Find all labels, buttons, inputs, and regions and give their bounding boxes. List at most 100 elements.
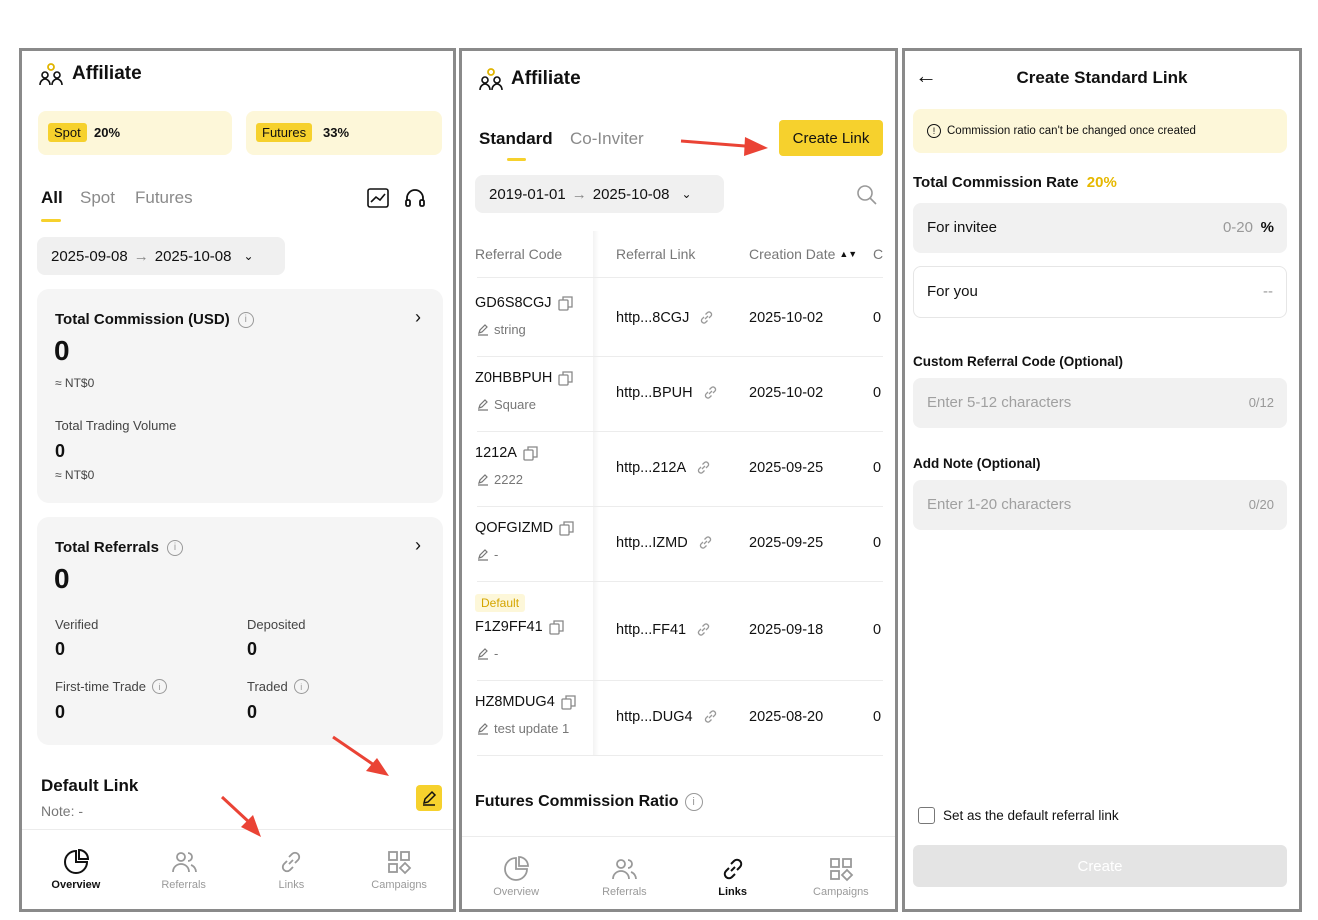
- links-panel: Affiliate Standard Co-Inviter Create Lin…: [459, 48, 898, 912]
- commission-card[interactable]: Total Commission (USD) i › 0 ≈ NT$0 Tota…: [37, 289, 443, 503]
- users-icon: [171, 852, 197, 873]
- referral-code: HZ8MDUG4: [475, 694, 555, 710]
- info-icon[interactable]: i: [293, 679, 309, 694]
- sort-icon: ▲▼: [839, 249, 858, 259]
- tab-indicator: [41, 219, 61, 222]
- custom-code-input[interactable]: Enter 5-12 characters 0/12: [913, 378, 1287, 428]
- edit-note[interactable]: -: [477, 646, 498, 661]
- link-icon[interactable]: [699, 310, 714, 325]
- link-icon[interactable]: [696, 460, 711, 475]
- affiliate-logo-icon: [479, 68, 503, 91]
- trading-volume-value: 0: [55, 441, 66, 461]
- total-commission-label: Total Commission (USD): [55, 311, 230, 328]
- extra-value: 0: [873, 309, 882, 326]
- default-link-checkbox[interactable]: [918, 807, 935, 824]
- nav-overview-label: Overview: [51, 879, 101, 891]
- nav-referrals[interactable]: Referrals: [570, 837, 678, 909]
- pencil-icon: [478, 647, 488, 660]
- info-icon[interactable]: i: [166, 539, 183, 556]
- copy-icon[interactable]: [523, 445, 538, 461]
- info-icon[interactable]: i: [237, 311, 254, 328]
- info-icon[interactable]: i: [152, 679, 168, 694]
- note-input[interactable]: Enter 1-20 characters 0/20: [913, 480, 1287, 530]
- search-icon[interactable]: [856, 184, 878, 206]
- spot-rate-chip[interactable]: Spot 20%: [38, 111, 232, 155]
- futures-tag: Futures: [256, 123, 313, 142]
- grid-icon: [388, 851, 412, 875]
- link-icon[interactable]: [703, 709, 718, 724]
- referral-code: Z0HBBPUH: [475, 370, 553, 386]
- link-icon[interactable]: [703, 385, 718, 400]
- chevron-right-icon[interactable]: ›: [415, 535, 421, 556]
- referral-note: string: [494, 322, 526, 337]
- chevron-right-icon[interactable]: ›: [415, 307, 421, 328]
- spot-tag: Spot: [48, 123, 87, 142]
- you-value: --: [1263, 283, 1273, 300]
- nav-referrals[interactable]: Referrals: [130, 830, 238, 909]
- date-range-selector[interactable]: 2019-01-01 → 2025-10-08 ⌄: [475, 175, 724, 213]
- tab-all[interactable]: All: [41, 188, 63, 208]
- referral-link: http...212A: [616, 459, 687, 476]
- copy-icon[interactable]: [558, 370, 574, 386]
- date-range-selector[interactable]: 2025-09-08 → 2025-10-08 ⌄: [37, 237, 285, 275]
- grid-icon: [829, 858, 854, 882]
- note-label: Add Note (Optional): [913, 456, 1041, 471]
- column-header-date[interactable]: Creation Date ▲▼: [749, 246, 857, 262]
- nav-overview[interactable]: Overview: [22, 830, 130, 909]
- copy-icon[interactable]: [559, 520, 574, 536]
- link-icon[interactable]: [696, 622, 711, 637]
- overview-panel: Affiliate Spot 20% Futures 33% All Spot …: [19, 48, 456, 912]
- edit-note[interactable]: 2222: [477, 472, 523, 487]
- nav-campaigns-label: Campaigns: [371, 879, 427, 891]
- edit-default-link-button[interactable]: [416, 785, 442, 811]
- nav-links[interactable]: Links: [679, 837, 787, 909]
- referral-code: F1Z9FF41: [475, 619, 543, 635]
- referral-note: Square: [494, 397, 536, 412]
- link-icon[interactable]: [698, 535, 713, 550]
- tab-indicator: [507, 158, 526, 161]
- invitee-rate-input[interactable]: For invitee 0-20 %: [913, 203, 1287, 253]
- deposited-label: Deposited: [247, 617, 306, 632]
- nav-referrals-label: Referrals: [161, 879, 206, 891]
- referral-note: -: [494, 547, 499, 562]
- info-icon[interactable]: i: [684, 793, 703, 811]
- futures-rate-chip[interactable]: Futures 33%: [246, 111, 442, 155]
- nav-campaigns[interactable]: Campaigns: [345, 830, 453, 909]
- create-button[interactable]: Create: [913, 845, 1287, 887]
- tab-co-inviter[interactable]: Co-Inviter: [570, 129, 644, 149]
- pencil-icon: [422, 790, 437, 806]
- tab-spot[interactable]: Spot: [80, 188, 115, 208]
- nav-links[interactable]: Links: [238, 830, 346, 909]
- trading-volume-label: Total Trading Volume: [55, 418, 177, 433]
- create-link-button[interactable]: Create Link: [779, 120, 883, 156]
- pencil-icon: [478, 548, 488, 561]
- nav-overview[interactable]: Overview: [462, 837, 570, 909]
- chart-icon[interactable]: [367, 188, 389, 208]
- default-link-checkbox-row[interactable]: Set as the default referral link: [918, 807, 1119, 824]
- copy-icon[interactable]: [557, 295, 573, 311]
- create-link-panel: ← Create Standard Link ! Commission rati…: [902, 48, 1302, 912]
- column-header-link: Referral Link: [616, 246, 696, 262]
- referrals-card[interactable]: Total Referrals i › 0 Verified 0 Deposit…: [37, 517, 443, 745]
- column-header-date-label: Creation Date: [749, 246, 836, 262]
- copy-icon[interactable]: [549, 619, 564, 635]
- tab-standard[interactable]: Standard: [479, 129, 553, 149]
- edit-note[interactable]: string: [477, 322, 526, 337]
- pencil-icon: [478, 722, 488, 735]
- edit-note[interactable]: -: [477, 547, 498, 562]
- creation-date: 2025-08-20: [749, 708, 824, 725]
- edit-note[interactable]: Square: [477, 397, 536, 412]
- bottom-nav: Overview Referrals Links Campaigns: [22, 829, 453, 909]
- default-link-title: Default Link: [41, 776, 139, 795]
- date-start: 2019-01-01: [489, 185, 566, 203]
- referral-link: http...FF41: [616, 621, 687, 638]
- nav-campaigns[interactable]: Campaigns: [787, 837, 895, 909]
- creation-date: 2025-09-25: [749, 459, 824, 476]
- total-referrals-value: 0: [54, 563, 70, 594]
- tab-futures[interactable]: Futures: [135, 188, 193, 208]
- copy-icon[interactable]: [561, 694, 576, 710]
- edit-note[interactable]: test update 1: [477, 721, 569, 736]
- referral-link: http...IZMD: [616, 534, 688, 551]
- headset-icon[interactable]: [404, 187, 426, 209]
- spot-rate: 20%: [94, 125, 121, 140]
